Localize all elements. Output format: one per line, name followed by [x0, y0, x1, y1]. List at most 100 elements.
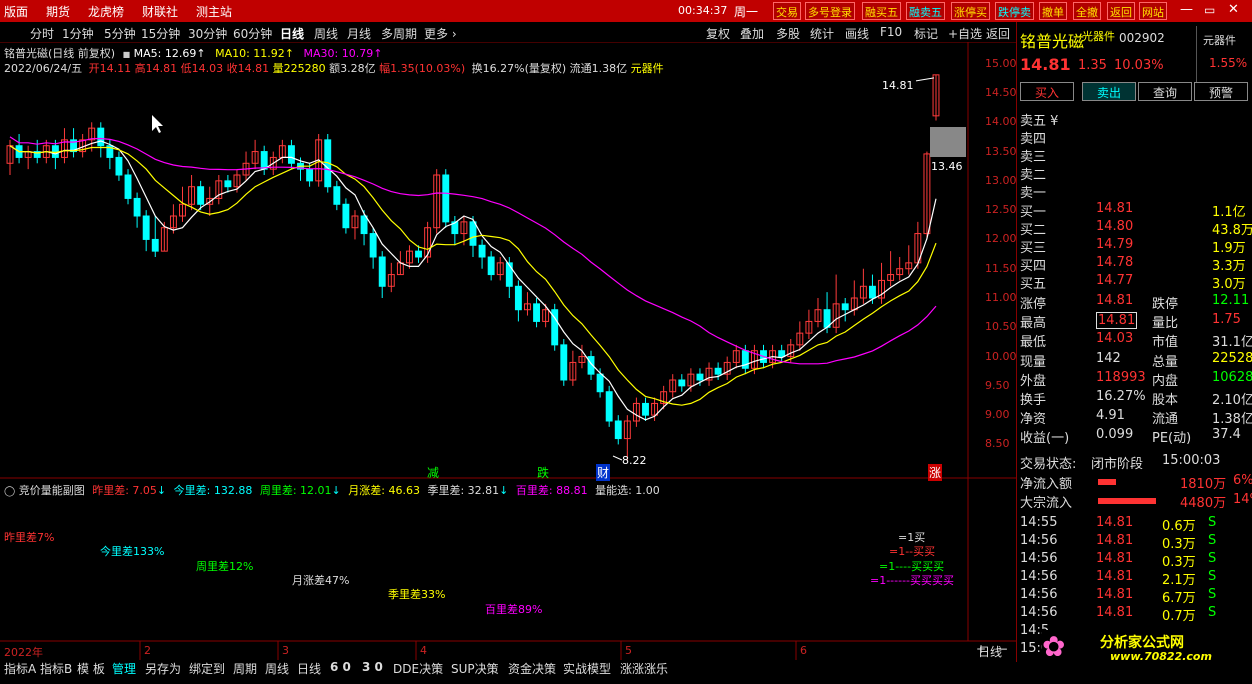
- bottom-tab[interactable]: 指标A: [4, 660, 36, 682]
- close-icon[interactable]: ✕: [1228, 2, 1239, 17]
- menu-item-server[interactable]: 测主站: [196, 3, 232, 20]
- sell-level[interactable]: 卖二: [1016, 164, 1252, 183]
- draw-line-button[interactable]: 画线: [845, 25, 869, 42]
- bottom-tab[interactable]: SUP决策: [451, 660, 499, 682]
- tab-weekly[interactable]: 周线: [314, 25, 338, 42]
- stock-name: 铭普光磁: [1020, 32, 1085, 51]
- bottom-tab[interactable]: 模 板: [77, 660, 105, 682]
- bottom-tab[interactable]: 涨涨涨乐: [620, 660, 668, 682]
- y-tick: 10.50: [985, 320, 1017, 334]
- tab-60min[interactable]: 60分钟: [233, 25, 272, 42]
- stat-key: 净资: [1020, 412, 1047, 428]
- candle-body: [469, 221, 477, 246]
- tab-daily[interactable]: 日线: [280, 25, 304, 42]
- buy-level[interactable]: 买二 14.80 43.8万: [1016, 219, 1252, 238]
- x-label-feb: 2: [144, 644, 151, 657]
- cancel-all-button[interactable]: 全撤: [1073, 2, 1101, 20]
- limit-down-sell-button[interactable]: 跌停卖: [995, 2, 1034, 20]
- adjust-button[interactable]: 复权: [706, 25, 730, 42]
- bottom-tab[interactable]: 周线: [265, 660, 289, 682]
- info-amount: 额3.28亿: [329, 62, 376, 75]
- bottom-tab[interactable]: 6 0: [330, 660, 351, 682]
- x-label-mar: 3: [282, 644, 289, 657]
- multi-login-button[interactable]: 多号登录: [805, 2, 855, 20]
- tab-30min[interactable]: 30分钟: [188, 25, 227, 42]
- trade-button[interactable]: 交易: [773, 2, 801, 20]
- stat-row: 净资 4.91 流通 1.38亿: [1016, 408, 1252, 428]
- bottom-tab[interactable]: 周期: [233, 660, 257, 682]
- add-watchlist-button[interactable]: +自选: [948, 25, 982, 42]
- query-button[interactable]: 查询: [1138, 82, 1192, 101]
- margin-buy-button[interactable]: 融买五: [862, 2, 901, 20]
- candle-body: [714, 367, 722, 375]
- minimize-icon[interactable]: —: [1180, 2, 1193, 17]
- period-indicator[interactable]: 日线: [978, 643, 1002, 665]
- bottom-tab[interactable]: 绑定到: [189, 660, 225, 682]
- tab-5min[interactable]: 5分钟: [104, 25, 136, 42]
- bottom-tab[interactable]: 3 0: [362, 660, 383, 682]
- back-button[interactable]: 返回: [1107, 2, 1135, 20]
- buy-level-label: 买二: [1020, 223, 1047, 238]
- alert-button[interactable]: 预警: [1194, 82, 1248, 101]
- info-amplitude: 幅1.35(10.03%): [379, 62, 466, 75]
- sell-level[interactable]: 卖五 ¥: [1016, 110, 1252, 129]
- bottom-tab[interactable]: DDE决策: [393, 660, 443, 682]
- tab-multi-period[interactable]: 多周期: [381, 25, 417, 42]
- maximize-icon[interactable]: ▭: [1204, 3, 1215, 17]
- website-button[interactable]: 网站: [1139, 2, 1167, 20]
- bottom-tab[interactable]: 资金决策: [508, 660, 556, 682]
- flower-icon: ✿: [1042, 630, 1066, 663]
- candle-body: [605, 391, 613, 422]
- menu-item-dragon-tiger[interactable]: 龙虎榜: [88, 3, 124, 20]
- stat-key: 收益(一): [1020, 431, 1070, 447]
- tab-monthly[interactable]: 月线: [347, 25, 371, 42]
- bottom-tab[interactable]: 实战模型: [563, 660, 611, 682]
- buy-level-label: 买五: [1020, 277, 1047, 292]
- info-close: 收14.81: [226, 62, 270, 75]
- menu-item-news[interactable]: 财联社: [142, 3, 178, 20]
- menu-item-layout[interactable]: 版面: [4, 3, 28, 20]
- multi-stock-button[interactable]: 多股: [776, 25, 800, 42]
- info-date: 2022/06/24/五: [4, 62, 83, 75]
- bottom-tab[interactable]: 另存为: [145, 660, 181, 682]
- buy-level[interactable]: 买五 14.77 3.0万: [1016, 273, 1252, 292]
- overlay-button[interactable]: 叠加: [740, 25, 764, 42]
- sell-level[interactable]: 卖四: [1016, 128, 1252, 147]
- sell-level[interactable]: 卖三: [1016, 146, 1252, 165]
- trade-status: 交易状态: 闭市阶段 15:00:03: [1016, 453, 1252, 472]
- sector-box[interactable]: 元器件 1.55%: [1196, 26, 1252, 82]
- bottom-tab[interactable]: 管理: [112, 660, 136, 682]
- buy-level[interactable]: 买三 14.79 1.9万: [1016, 237, 1252, 256]
- stats-button[interactable]: 统计: [810, 25, 834, 42]
- limit-up-buy-button[interactable]: 涨停买: [951, 2, 990, 20]
- sell-level[interactable]: 卖一: [1016, 182, 1252, 201]
- buy-level[interactable]: 买一 14.81 1.1亿: [1016, 201, 1252, 220]
- mouse-cursor-icon: [152, 115, 163, 133]
- indicator-header: ◯ 竞价量能副图 昨里差: 7.05↓ 今里差: 132.88 周里差: 12.…: [4, 482, 660, 498]
- tab-15min[interactable]: 15分钟: [141, 25, 180, 42]
- kline-chart[interactable]: [0, 0, 1016, 660]
- tab-timeshare[interactable]: 分时: [30, 25, 54, 42]
- sell-button[interactable]: 卖出: [1082, 82, 1136, 101]
- tick-time: 14:56: [1020, 533, 1058, 548]
- ind-label-yue: 月涨差47%: [292, 574, 350, 587]
- menu-item-futures[interactable]: 期货: [46, 3, 70, 20]
- low-price-label: 8.22: [622, 454, 647, 467]
- return-button[interactable]: 返回: [986, 25, 1010, 42]
- ind-ji: 季里差: 32.81: [427, 484, 500, 497]
- y-tick: 13.50: [985, 144, 1017, 158]
- bottom-tab[interactable]: 日线: [297, 660, 321, 682]
- buy-button[interactable]: 买入: [1020, 82, 1074, 101]
- tick-price: 14.81: [1096, 515, 1134, 530]
- margin-sell-button[interactable]: 融卖五: [906, 2, 945, 20]
- cancel-order-button[interactable]: 撤单: [1039, 2, 1067, 20]
- sector-tag: 光器件: [1082, 30, 1115, 43]
- mark-button[interactable]: 标记: [914, 25, 938, 42]
- buy-level[interactable]: 买四 14.78 3.3万: [1016, 255, 1252, 274]
- flow-bar: [1098, 479, 1116, 485]
- bottom-tab[interactable]: 指标B: [40, 660, 72, 682]
- tab-1min[interactable]: 1分钟: [62, 25, 94, 42]
- f10-button[interactable]: F10: [880, 25, 902, 39]
- ind-bai: 百里差: 88.81: [515, 484, 588, 497]
- tab-more[interactable]: 更多 ›: [424, 25, 457, 42]
